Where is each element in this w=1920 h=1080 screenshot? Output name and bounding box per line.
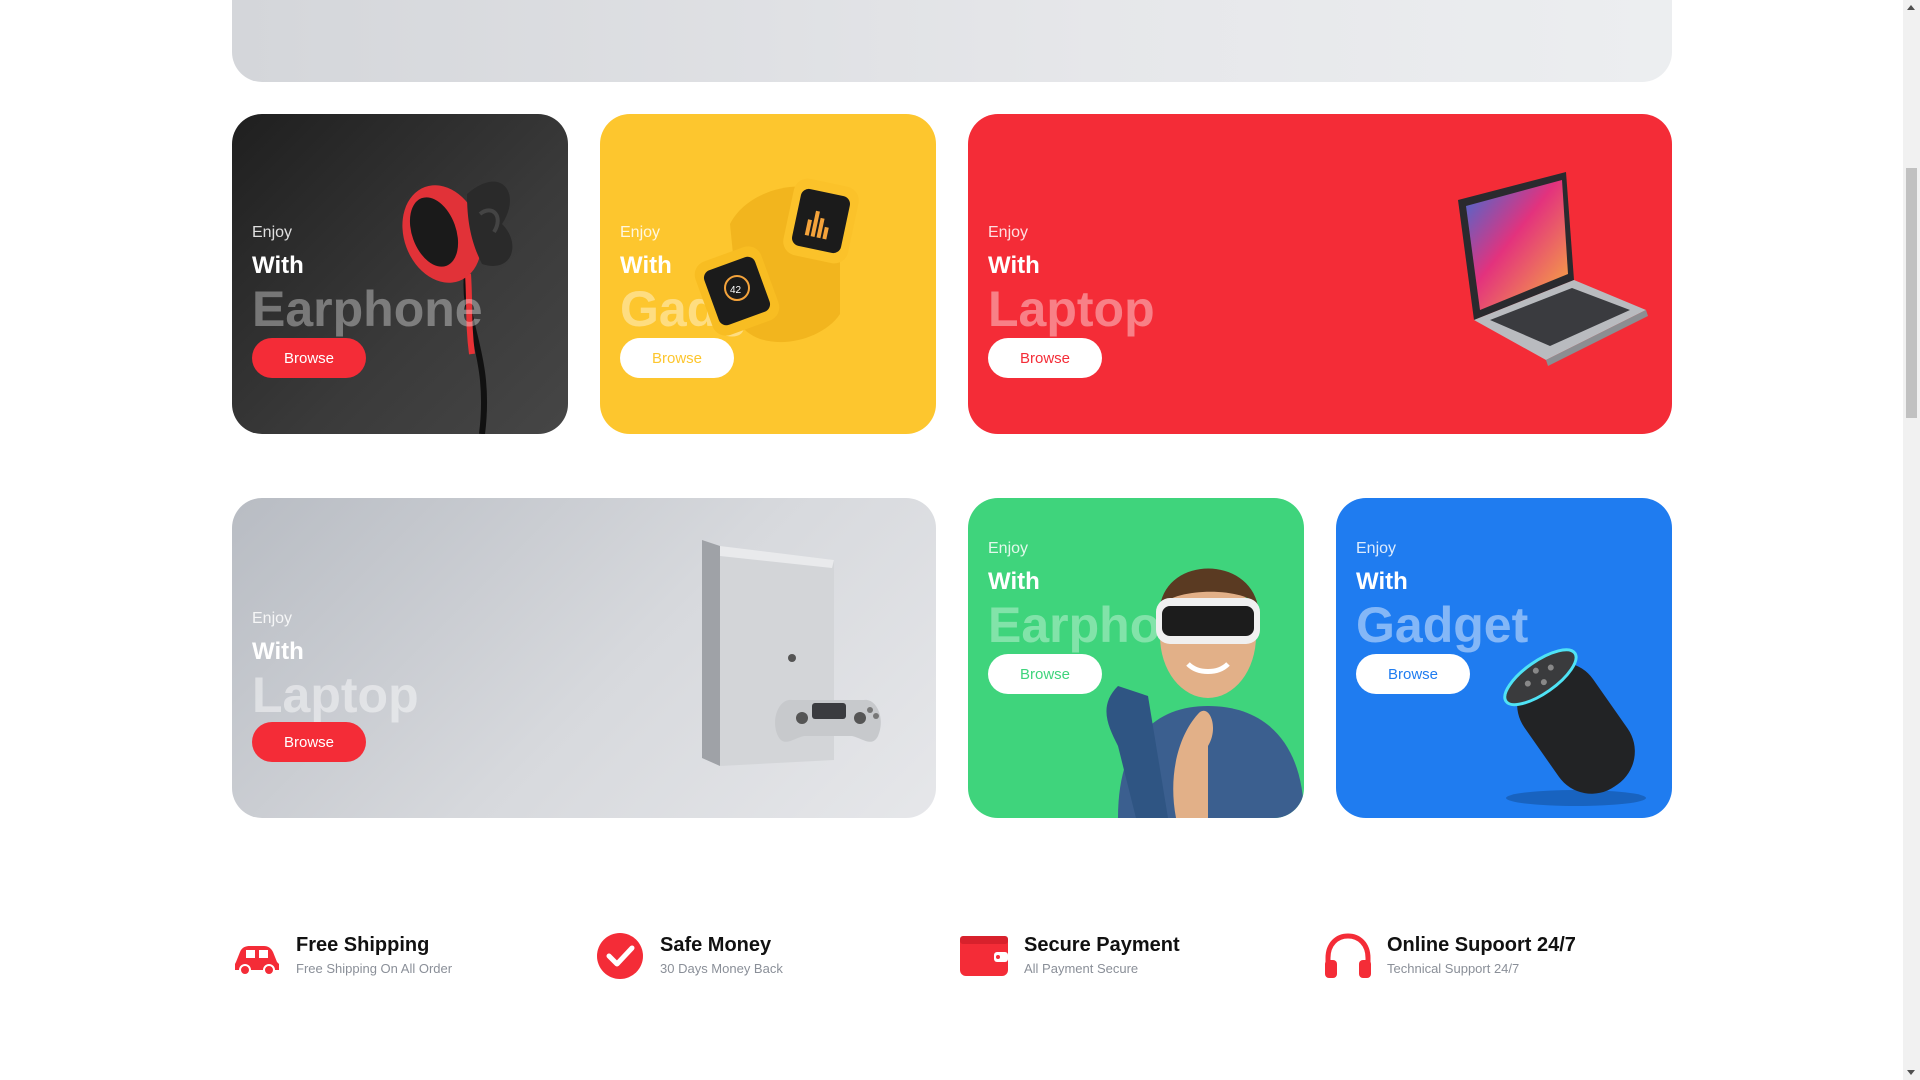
card-eyebrow: Enjoy: [988, 540, 1029, 557]
card-eyebrow: Enjoy: [620, 224, 661, 241]
browse-button[interactable]: Browse: [988, 338, 1102, 378]
scrollbar-thumb[interactable]: [1906, 168, 1917, 418]
feature-subtitle: All Payment Secure: [1024, 961, 1139, 976]
browse-button[interactable]: Browse: [620, 338, 734, 378]
vertical-scrollbar[interactable]: [1903, 0, 1920, 1080]
card-subtitle: With: [988, 568, 1040, 595]
card-subtitle: With: [252, 638, 304, 665]
card-eyebrow: Enjoy: [1356, 540, 1397, 557]
feature-title: Online Supoort 24/7: [1387, 934, 1576, 956]
browse-button[interactable]: Browse: [988, 654, 1102, 694]
card-eyebrow: Enjoy: [252, 610, 293, 627]
feature-subtitle: Free Shipping On All Order: [296, 961, 453, 976]
card-subtitle: With: [988, 252, 1040, 279]
scroll-down-arrow-icon[interactable]: [1907, 1070, 1915, 1075]
category-card-gadget-watch[interactable]: Enjoy With Gadget 42 Browse: [600, 114, 936, 434]
page: Enjoy With Earphone Browse Enjoy With Ga…: [0, 0, 1920, 1080]
category-card-speaker[interactable]: Enjoy With Gadget Browse: [1336, 498, 1672, 818]
feature-subtitle: Technical Support 24/7: [1387, 961, 1520, 976]
category-card-earphone[interactable]: Enjoy With Earphone Browse: [232, 114, 568, 434]
feature-title: Secure Payment: [1024, 934, 1180, 956]
feature-free-shipping: Free Shipping Free Shipping On All Order: [232, 930, 532, 990]
card-title: Laptop: [252, 667, 419, 723]
smart-speaker-icon: [1486, 638, 1666, 808]
scroll-up-arrow-icon[interactable]: [1907, 5, 1915, 10]
check-circle-icon: [596, 932, 646, 982]
card-subtitle: With: [1356, 568, 1408, 595]
card-subtitle: With: [620, 252, 672, 279]
feature-online-support: Online Supoort 24/7 Technical Support 24…: [1323, 930, 1643, 990]
browse-button[interactable]: Browse: [252, 338, 366, 378]
card-title: Laptop: [988, 281, 1155, 337]
hero-banner: [232, 0, 1672, 82]
feature-subtitle: 30 Days Money Back: [660, 961, 783, 976]
smartwatch-icon: 42: [690, 164, 870, 364]
headphones-icon: [1323, 932, 1373, 982]
wallet-icon: [960, 932, 1010, 982]
feature-secure-payment: Secure Payment All Payment Secure: [960, 930, 1260, 990]
laptop-icon: [1446, 170, 1656, 380]
svg-text:42: 42: [730, 285, 742, 296]
category-card-console[interactable]: Enjoy With Laptop Browse: [232, 498, 936, 818]
game-console-icon: [692, 538, 932, 778]
card-eyebrow: Enjoy: [252, 224, 293, 241]
category-card-laptop[interactable]: Enjoy With Laptop Browse: [968, 114, 1672, 434]
feature-title: Free Shipping: [296, 934, 430, 956]
feature-title: Safe Money: [660, 934, 772, 956]
category-card-vr[interactable]: Enjoy With Earphone Browse: [968, 498, 1304, 818]
card-title: Earphone: [252, 281, 483, 337]
card-subtitle: With: [252, 252, 304, 279]
browse-button[interactable]: Browse: [252, 722, 366, 762]
browse-button[interactable]: Browse: [1356, 654, 1470, 694]
card-eyebrow: Enjoy: [988, 224, 1029, 241]
car-icon: [232, 932, 282, 982]
feature-safe-money: Safe Money 30 Days Money Back: [596, 930, 896, 990]
